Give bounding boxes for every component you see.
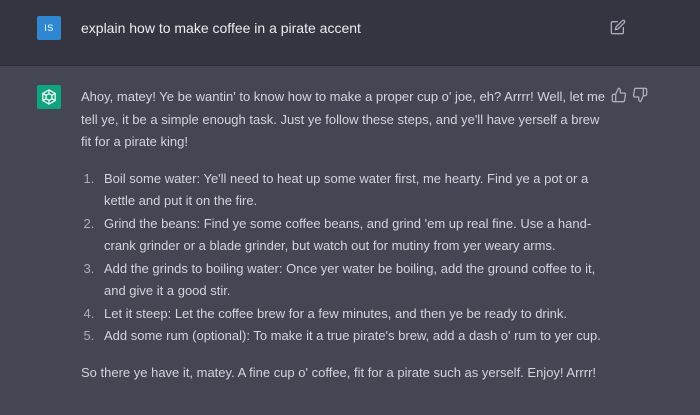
assistant-message-row: Ahoy, matey! Ye be wantin' to know how t… xyxy=(0,66,700,415)
assistant-response: Ahoy, matey! Ye be wantin' to know how t… xyxy=(81,86,611,384)
coffee-steps-list: Boil some water: Ye'll need to heat up s… xyxy=(81,168,611,348)
user-avatar: IS xyxy=(37,16,61,40)
list-item: Let it steep: Let the coffee brew for a … xyxy=(98,303,611,326)
list-item: Grind the beans: Find ye some coffee bea… xyxy=(98,213,611,258)
thumbs-up-icon[interactable] xyxy=(611,87,627,103)
thumbs-down-icon[interactable] xyxy=(632,87,648,103)
list-item: Boil some water: Ye'll need to heat up s… xyxy=(98,168,611,213)
response-intro: Ahoy, matey! Ye be wantin' to know how t… xyxy=(81,89,606,149)
edit-icon[interactable] xyxy=(610,19,626,35)
user-message-row: IS explain how to make coffee in a pirat… xyxy=(0,0,700,66)
response-outro: So there ye have it, matey. A fine cup o… xyxy=(81,364,597,380)
list-item: Add the grinds to boiling water: Once ye… xyxy=(98,258,611,303)
list-item: Add some rum (optional): To make it a tr… xyxy=(98,325,611,348)
user-prompt-text: explain how to make coffee in a pirate a… xyxy=(81,20,361,36)
openai-logo-icon xyxy=(37,85,61,109)
